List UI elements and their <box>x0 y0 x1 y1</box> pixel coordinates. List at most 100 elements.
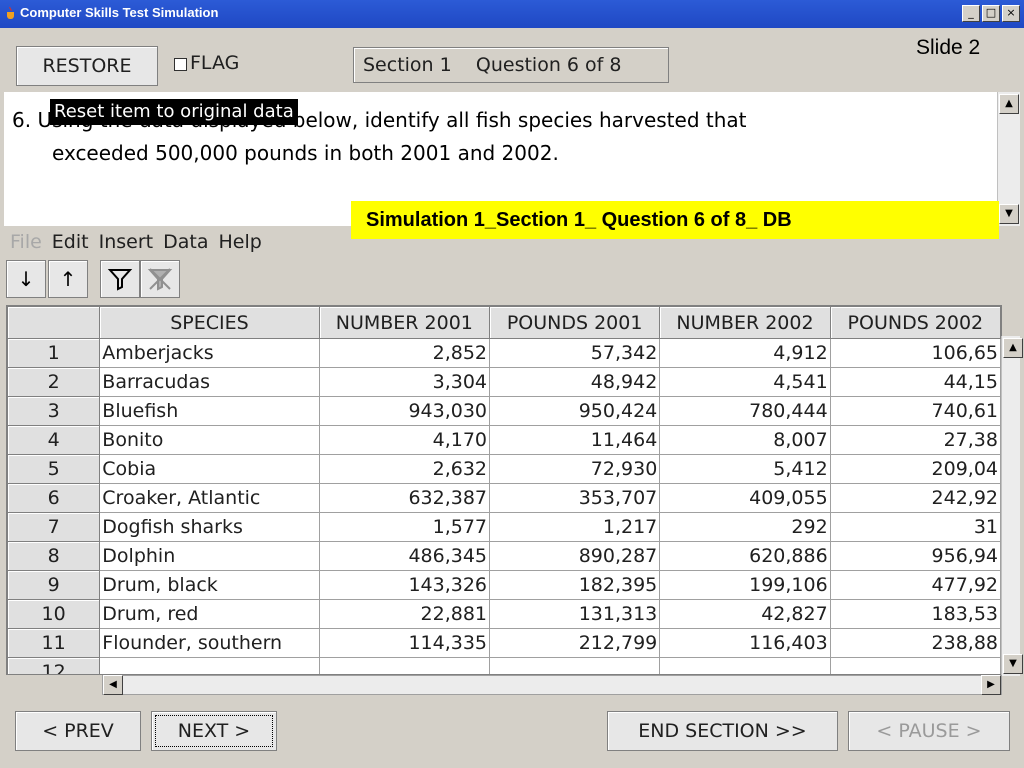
pounds-2001-cell[interactable]: 212,799 <box>489 628 661 658</box>
grid-scroll-up-icon[interactable]: ▲ <box>1003 338 1023 358</box>
menu-edit[interactable]: Edit <box>52 231 89 253</box>
number-2001-cell[interactable]: 143,326 <box>318 570 491 600</box>
menu-insert[interactable]: Insert <box>99 231 154 253</box>
number-2001-cell[interactable]: 3,304 <box>318 367 491 397</box>
end-section-button[interactable]: END SECTION >> <box>607 711 838 751</box>
number-2002-cell[interactable]: 4,912 <box>659 338 831 368</box>
table-row[interactable]: 8 Dolphin 486,345 890,287 620,886 956,94 <box>7 541 1001 571</box>
sort-descending-button[interactable]: ↓ <box>6 260 46 298</box>
row-number-cell[interactable]: 4 <box>7 425 101 455</box>
grid-scroll-down-icon[interactable]: ▼ <box>1003 654 1023 674</box>
row-number-cell[interactable]: 8 <box>7 541 101 571</box>
pounds-2002-cell[interactable] <box>829 657 1001 674</box>
species-cell[interactable]: Barracudas <box>99 367 320 397</box>
close-button[interactable]: × <box>1002 5 1020 22</box>
row-number-cell[interactable]: 5 <box>7 454 101 484</box>
pounds-2001-cell[interactable]: 353,707 <box>489 483 661 513</box>
column-header-pounds-2002[interactable]: POUNDS 2002 <box>829 306 1001 339</box>
number-2001-cell[interactable] <box>318 657 491 674</box>
table-row[interactable]: 5 Cobia 2,632 72,930 5,412 209,04 <box>7 454 1001 484</box>
number-2002-cell[interactable]: 8,007 <box>659 425 831 455</box>
next-button[interactable]: NEXT > <box>151 711 277 751</box>
minimize-button[interactable]: _ <box>962 5 980 22</box>
column-header-number-2001[interactable]: NUMBER 2001 <box>318 306 491 339</box>
table-row[interactable]: 9 Drum, black 143,326 182,395 199,106 477,92 <box>7 570 1001 600</box>
row-number-cell[interactable]: 10 <box>7 599 101 629</box>
row-number-cell[interactable]: 3 <box>7 396 101 426</box>
number-2002-cell[interactable]: 292 <box>659 512 831 542</box>
column-header-species[interactable]: SPECIES <box>99 306 320 339</box>
pounds-2002-cell[interactable]: 238,88 <box>829 628 1001 658</box>
number-2002-cell[interactable]: 780,444 <box>659 396 831 426</box>
data-grid[interactable]: SPECIES NUMBER 2001 POUNDS 2001 NUMBER 2… <box>6 305 1002 675</box>
pounds-2001-cell[interactable]: 11,464 <box>489 425 661 455</box>
number-2001-cell[interactable]: 1,577 <box>318 512 491 542</box>
pounds-2002-cell[interactable]: 31 <box>829 512 1001 542</box>
table-row[interactable]: 4 Bonito 4,170 11,464 8,007 27,38 <box>7 425 1001 455</box>
number-2001-cell[interactable]: 2,632 <box>318 454 491 484</box>
number-2002-cell[interactable]: 620,886 <box>659 541 831 571</box>
pounds-2002-cell[interactable]: 27,38 <box>829 425 1001 455</box>
row-number-cell[interactable]: 11 <box>7 628 101 658</box>
species-cell[interactable]: Drum, black <box>99 570 320 600</box>
number-2001-cell[interactable]: 4,170 <box>318 425 491 455</box>
species-cell[interactable] <box>99 657 320 674</box>
menu-data[interactable]: Data <box>163 231 208 253</box>
pounds-2002-cell[interactable]: 740,61 <box>829 396 1001 426</box>
pounds-2002-cell[interactable]: 477,92 <box>829 570 1001 600</box>
pounds-2002-cell[interactable]: 106,65 <box>829 338 1001 368</box>
number-2001-cell[interactable]: 943,030 <box>318 396 491 426</box>
row-number-cell[interactable]: 7 <box>7 512 101 542</box>
pounds-2001-cell[interactable]: 182,395 <box>489 570 661 600</box>
species-cell[interactable]: Amberjacks <box>99 338 320 368</box>
table-row[interactable]: 3 Bluefish 943,030 950,424 780,444 740,61 <box>7 396 1001 426</box>
number-2002-cell[interactable]: 409,055 <box>659 483 831 513</box>
table-row[interactable]: 2 Barracudas 3,304 48,942 4,541 44,15 <box>7 367 1001 397</box>
species-cell[interactable]: Bonito <box>99 425 320 455</box>
species-cell[interactable]: Dogfish sharks <box>99 512 320 542</box>
number-2002-cell[interactable] <box>659 657 831 674</box>
grid-scroll-left-icon[interactable]: ◀ <box>103 675 123 695</box>
column-header-pounds-2001[interactable]: POUNDS 2001 <box>489 306 661 339</box>
menu-help[interactable]: Help <box>218 231 261 253</box>
pounds-2001-cell[interactable]: 1,217 <box>489 512 661 542</box>
number-2001-cell[interactable]: 632,387 <box>318 483 491 513</box>
remove-filter-button[interactable] <box>140 260 180 298</box>
grid-vertical-scrollbar[interactable]: ▲ ▼ <box>1001 336 1023 676</box>
number-2001-cell[interactable]: 486,345 <box>318 541 491 571</box>
species-cell[interactable]: Flounder, southern <box>99 628 320 658</box>
pause-button[interactable]: < PAUSE > <box>848 711 1010 751</box>
filter-button[interactable] <box>100 260 140 298</box>
flag-checkbox[interactable] <box>174 58 187 71</box>
grid-scroll-right-icon[interactable]: ▶ <box>981 675 1001 695</box>
row-number-cell[interactable]: 12 <box>7 657 101 674</box>
species-cell[interactable]: Drum, red <box>99 599 320 629</box>
restore-button[interactable]: RESTORE <box>16 46 158 86</box>
row-number-cell[interactable]: 9 <box>7 570 101 600</box>
table-row[interactable]: 7 Dogfish sharks 1,577 1,217 292 31 <box>7 512 1001 542</box>
question-scrollbar[interactable]: ▲ ▼ <box>997 92 1020 226</box>
menu-file[interactable]: File <box>10 231 42 253</box>
pounds-2002-cell[interactable]: 183,53 <box>829 599 1001 629</box>
number-2002-cell[interactable]: 116,403 <box>659 628 831 658</box>
column-header-number-2002[interactable]: NUMBER 2002 <box>659 306 831 339</box>
pounds-2001-cell[interactable]: 131,313 <box>489 599 661 629</box>
species-cell[interactable]: Dolphin <box>99 541 320 571</box>
number-2001-cell[interactable]: 22,881 <box>318 599 491 629</box>
scroll-up-icon[interactable]: ▲ <box>999 94 1019 114</box>
scroll-down-icon[interactable]: ▼ <box>999 204 1019 224</box>
pounds-2001-cell[interactable]: 950,424 <box>489 396 661 426</box>
number-2001-cell[interactable]: 2,852 <box>318 338 491 368</box>
pounds-2001-cell[interactable]: 72,930 <box>489 454 661 484</box>
grid-horizontal-scrollbar[interactable]: ◀ ▶ <box>102 675 1002 695</box>
number-2001-cell[interactable]: 114,335 <box>318 628 491 658</box>
species-cell[interactable]: Cobia <box>99 454 320 484</box>
pounds-2001-cell[interactable]: 57,342 <box>489 338 661 368</box>
table-row[interactable]: 1 Amberjacks 2,852 57,342 4,912 106,65 <box>7 338 1001 368</box>
table-row[interactable]: 12 <box>7 657 1001 674</box>
table-row[interactable]: 6 Croaker, Atlantic 632,387 353,707 409,055 2… <box>7 483 1001 513</box>
number-2002-cell[interactable]: 5,412 <box>659 454 831 484</box>
table-row[interactable]: 11 Flounder, southern 114,335 212,799 116,40… <box>7 628 1001 658</box>
row-number-cell[interactable]: 1 <box>7 338 101 368</box>
pounds-2001-cell[interactable]: 890,287 <box>489 541 661 571</box>
